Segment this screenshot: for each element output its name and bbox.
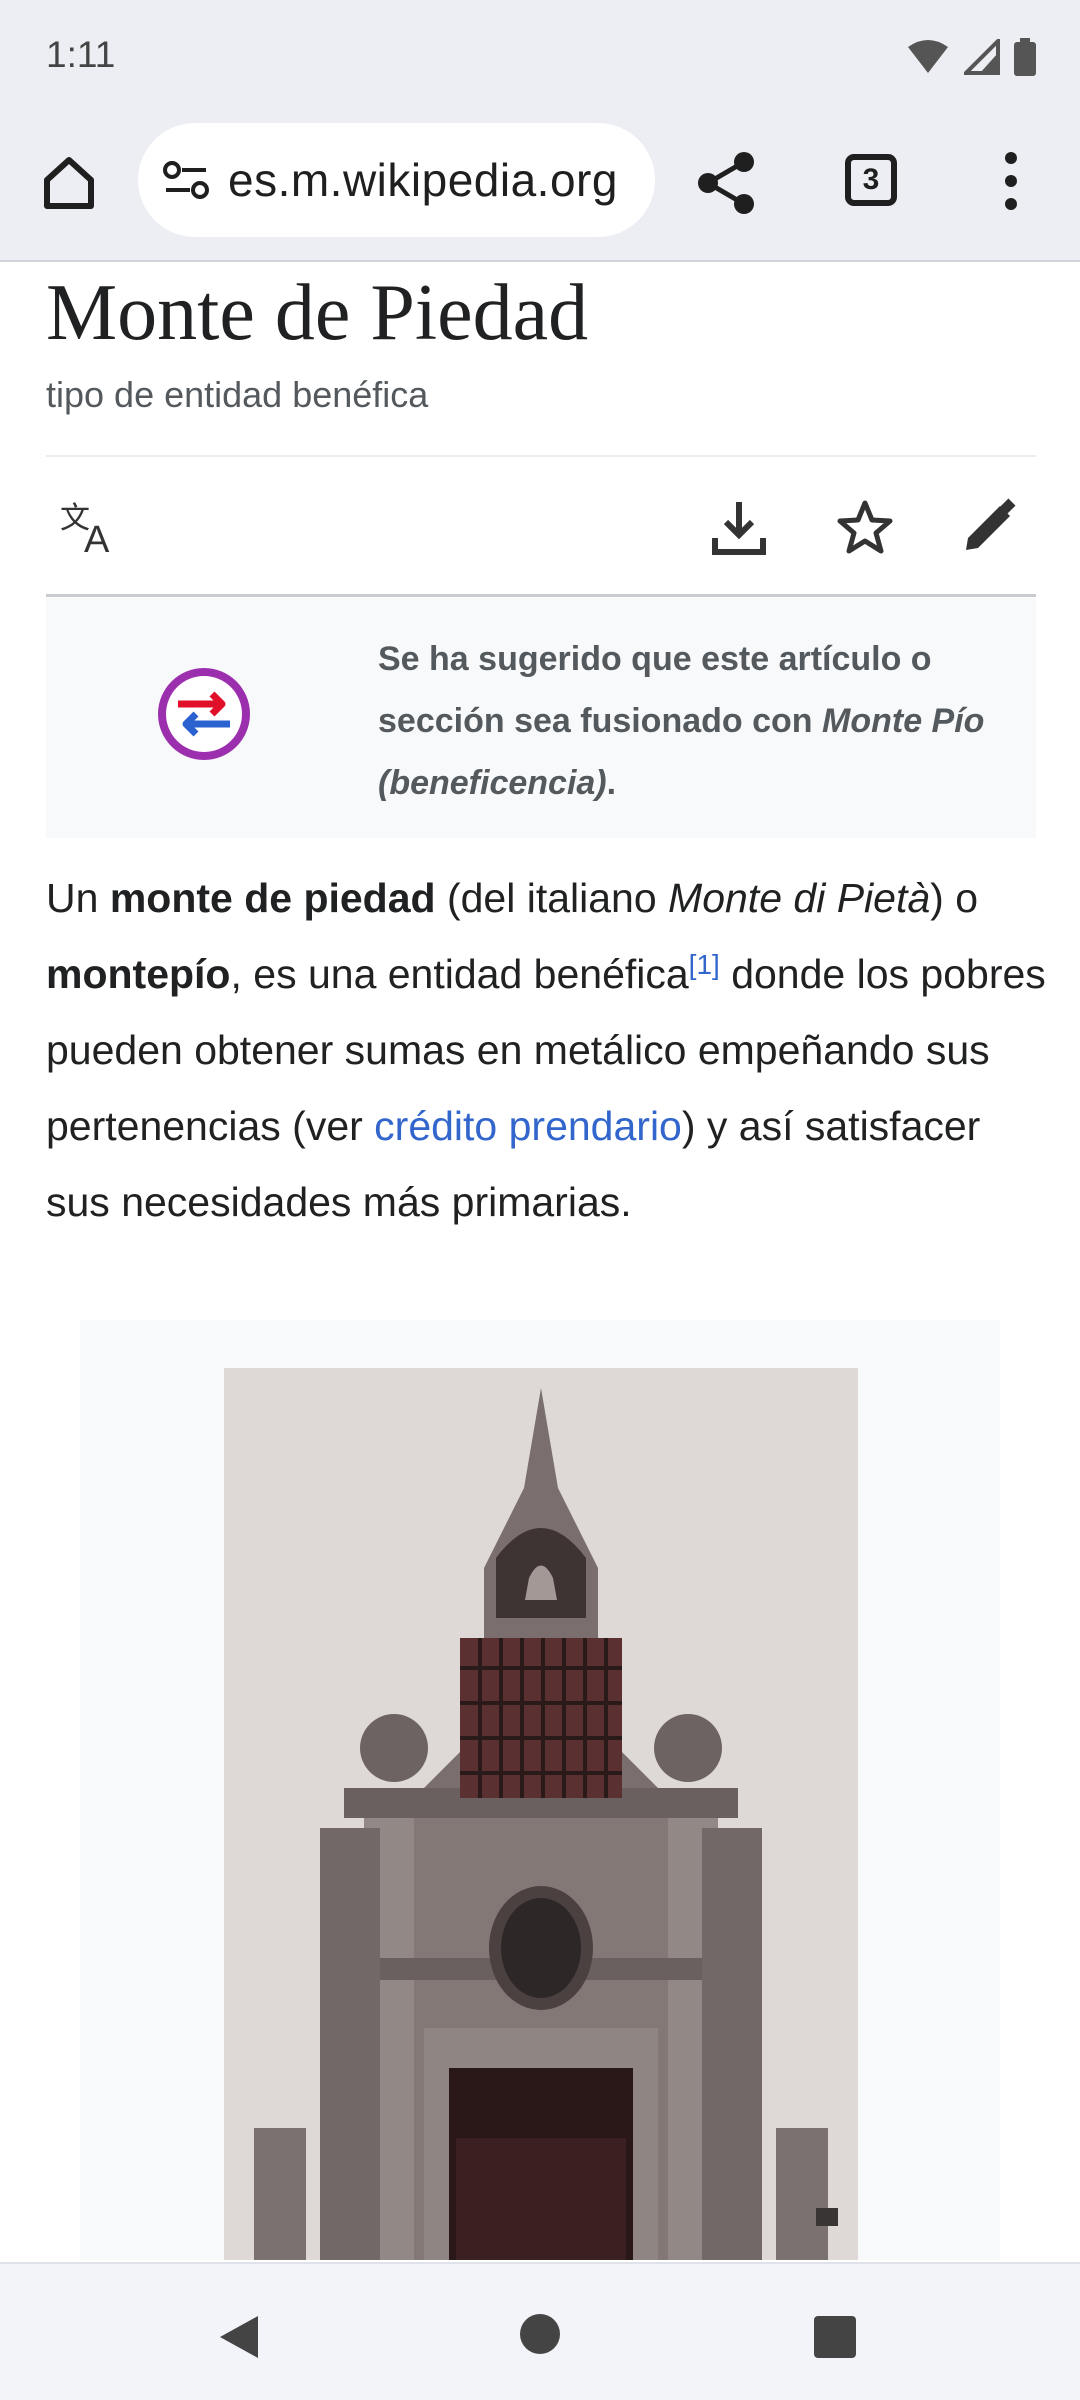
status-bar: 1:11 — [0, 0, 1080, 112]
watch-star-icon[interactable] — [836, 498, 894, 556]
merge-notice: Se ha sugerido que este artículo o secci… — [46, 598, 1036, 838]
term-bold: montepío — [46, 951, 231, 997]
page-title: Monte de Piedad — [46, 269, 589, 357]
back-icon[interactable] — [218, 2314, 260, 2360]
recents-icon[interactable] — [814, 2316, 856, 2358]
download-icon[interactable] — [710, 498, 768, 556]
more-options-button[interactable] — [996, 152, 1026, 222]
svg-text:A: A — [84, 519, 110, 554]
credito-prendario-link[interactable]: crédito prendario — [374, 1103, 682, 1149]
browser-toolbar: es.m.wikipedia.org 3 — [0, 112, 1080, 262]
share-icon — [698, 152, 754, 214]
divider — [46, 594, 1036, 597]
address-bar[interactable]: es.m.wikipedia.org — [138, 123, 655, 237]
page-actions: 文 A — [46, 460, 1036, 594]
merge-icon — [158, 668, 250, 760]
term-italic: Monte di Pietà — [668, 875, 931, 921]
divider — [46, 455, 1036, 457]
reference-link[interactable]: [1] — [689, 949, 720, 980]
site-settings-icon[interactable] — [162, 161, 210, 199]
wifi-icon — [908, 40, 948, 73]
home-button[interactable] — [36, 150, 102, 216]
home-nav-icon[interactable] — [520, 2314, 560, 2354]
battery-icon — [1014, 38, 1036, 76]
page-subtitle: tipo de entidad benéfica — [46, 374, 429, 415]
status-icons — [906, 38, 1036, 76]
url-text[interactable]: es.m.wikipedia.org — [228, 153, 638, 207]
notice-text: Se ha sugerido que este artículo o secci… — [378, 640, 985, 802]
share-button[interactable] — [696, 150, 758, 221]
status-time: 1:11 — [46, 34, 116, 75]
term-bold: monte de piedad — [109, 875, 436, 921]
article-figure — [80, 1320, 1000, 2260]
facade-photo[interactable] — [224, 1368, 858, 2260]
signal-icon — [964, 39, 1000, 75]
article-intro: Un monte de piedad (del italiano Monte d… — [46, 875, 1046, 1225]
language-icon[interactable]: 文 A — [60, 498, 120, 554]
home-icon — [44, 157, 94, 209]
tab-switcher-button[interactable]: 3 — [845, 154, 897, 206]
system-nav-bar — [0, 2262, 1080, 2400]
edit-icon[interactable] — [960, 498, 1018, 556]
